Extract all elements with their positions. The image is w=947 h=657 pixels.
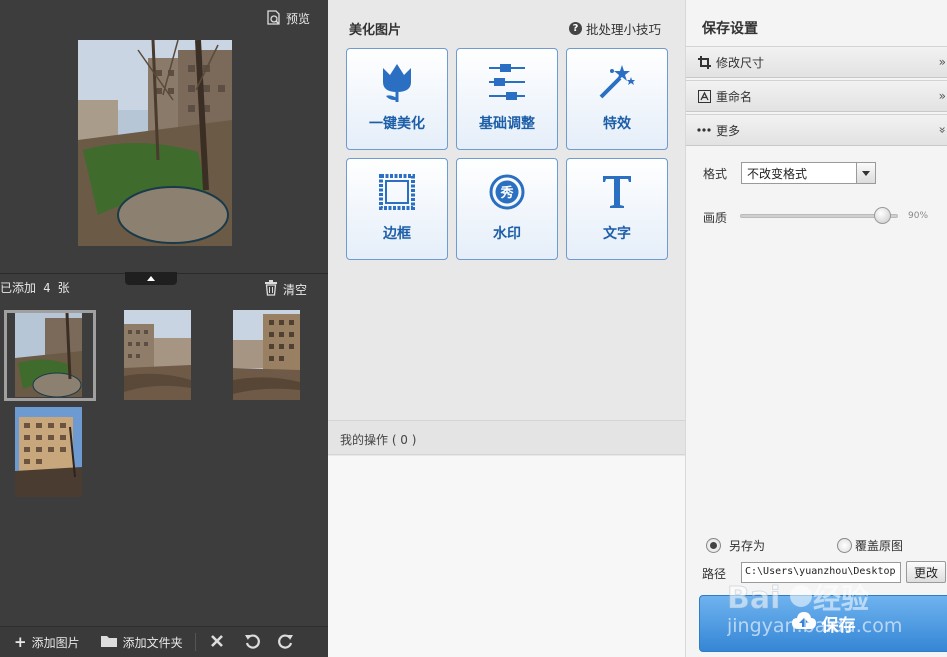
crop-icon [697, 55, 711, 69]
tool-watermark[interactable]: 秀 水印 [456, 158, 558, 260]
rotate-left-button[interactable] [244, 633, 260, 652]
section-label: 更多 [716, 123, 741, 138]
tool-label: 特效 [603, 116, 631, 132]
tool-label: 水印 [493, 226, 521, 242]
delete-button[interactable] [210, 634, 224, 651]
path-label: 路径 [702, 567, 727, 581]
tool-effects[interactable]: 特效 [566, 48, 668, 150]
rotate-left-icon [244, 633, 260, 652]
bottom-toolbar: + 添加图片 添加文件夹 [0, 626, 328, 657]
cloud-upload-icon [791, 612, 816, 635]
sliders-icon [457, 61, 557, 103]
section-more[interactable]: 更多 » [686, 114, 947, 146]
clear-label: 清空 [283, 283, 308, 297]
format-label: 格式 [703, 167, 728, 181]
text-icon [567, 171, 667, 213]
chevron-down-icon [856, 163, 875, 183]
chevron-double-down-icon: » [935, 126, 947, 133]
save-label: 保存 [821, 616, 856, 636]
format-value: 不改变格式 [747, 166, 808, 181]
main-preview-image [78, 40, 232, 246]
preview-label: 预览 [286, 11, 311, 26]
batch-tips-label: 批处理小技巧 [586, 22, 662, 37]
tool-border[interactable]: 边框 [346, 158, 448, 260]
change-path-button[interactable]: 更改 [906, 561, 946, 583]
save-settings-title: 保存设置 [702, 21, 758, 37]
radio-checked-icon [706, 538, 721, 553]
my-operations-label: 我的操作 ( 0 ) [340, 433, 417, 447]
chevron-double-right-icon: » [938, 55, 946, 69]
close-icon [210, 634, 224, 651]
tulip-icon [347, 61, 447, 103]
add-folder-button[interactable]: 添加文件夹 [100, 634, 183, 651]
magic-wand-icon [567, 61, 667, 103]
tool-label: 文字 [603, 226, 631, 242]
rotate-right-button[interactable] [277, 633, 294, 652]
overwrite-label: 覆盖原图 [855, 539, 904, 553]
help-icon: ? [569, 22, 582, 35]
section-rename[interactable]: 重命名 » [686, 80, 947, 112]
tool-basic-adjust[interactable]: 基础调整 [456, 48, 558, 150]
tool-label: 基础调整 [479, 116, 535, 132]
trash-icon [264, 280, 278, 299]
chevron-double-right-icon: » [938, 89, 946, 103]
preview-button[interactable]: 预览 [266, 9, 310, 27]
section-label: 修改尺寸 [716, 55, 765, 70]
collapse-toggle[interactable] [125, 272, 177, 285]
add-image-label: 添加图片 [31, 635, 80, 650]
thumbnail-2[interactable] [124, 310, 191, 400]
more-icon [697, 123, 711, 137]
image-list-panel: 预览 已添加 4 张 清空 + 添加图片 添加文件夹 [0, 0, 328, 657]
section-label: 重命名 [716, 89, 753, 104]
quality-slider-handle[interactable] [873, 207, 891, 224]
watermark-icon: 秀 [457, 171, 557, 213]
radio-unchecked-icon [837, 538, 852, 553]
preview-icon [266, 10, 282, 26]
folder-icon [100, 634, 118, 651]
quality-value: 90% [908, 211, 929, 221]
overwrite-radio[interactable]: 覆盖原图 [837, 537, 903, 554]
my-operations-header: 我的操作 ( 0 ) [328, 420, 685, 455]
beautify-panel: 美化图片 ? 批处理小技巧 一键美化 基础调整 特效 边框 秀 水印 文字 我的… [328, 0, 685, 657]
svg-text:秀: 秀 [499, 185, 514, 201]
batch-tips-link[interactable]: ? 批处理小技巧 [569, 19, 661, 38]
add-folder-label: 添加文件夹 [122, 635, 183, 650]
thumbnail-1[interactable] [15, 313, 82, 397]
plus-icon: + [14, 633, 27, 651]
preview-area: 预览 [0, 0, 328, 274]
tool-one-click-beautify[interactable]: 一键美化 [346, 48, 448, 150]
quality-label: 画质 [703, 211, 728, 225]
add-image-button[interactable]: + 添加图片 [14, 633, 80, 651]
added-count: 已添加 4 张 [0, 281, 70, 295]
frame-icon [347, 171, 447, 213]
save-settings-panel: 保存设置 修改尺寸 » 重命名 » 更多 » 格式 不改变格式 画质 90% 另… [685, 0, 947, 657]
tool-label: 一键美化 [369, 116, 425, 132]
format-select[interactable]: 不改变格式 [741, 162, 876, 184]
tool-text[interactable]: 文字 [566, 158, 668, 260]
clear-button[interactable]: 清空 [264, 280, 307, 299]
thumbnail-4[interactable] [15, 407, 82, 497]
save-as-label: 另存为 [729, 539, 766, 553]
toolbar-separator [194, 633, 196, 651]
rotate-right-icon [277, 633, 294, 652]
thumbnail-3[interactable] [233, 310, 300, 400]
beautify-title: 美化图片 [349, 23, 402, 38]
path-input[interactable]: C:\Users\yuanzhou\Desktop [741, 562, 901, 583]
rename-icon [697, 89, 711, 103]
my-operations-list [328, 456, 685, 657]
tool-label: 边框 [383, 226, 411, 242]
section-resize[interactable]: 修改尺寸 » [686, 46, 947, 78]
save-as-radio[interactable]: 另存为 [706, 537, 765, 554]
save-button[interactable]: 保存 [699, 595, 947, 652]
